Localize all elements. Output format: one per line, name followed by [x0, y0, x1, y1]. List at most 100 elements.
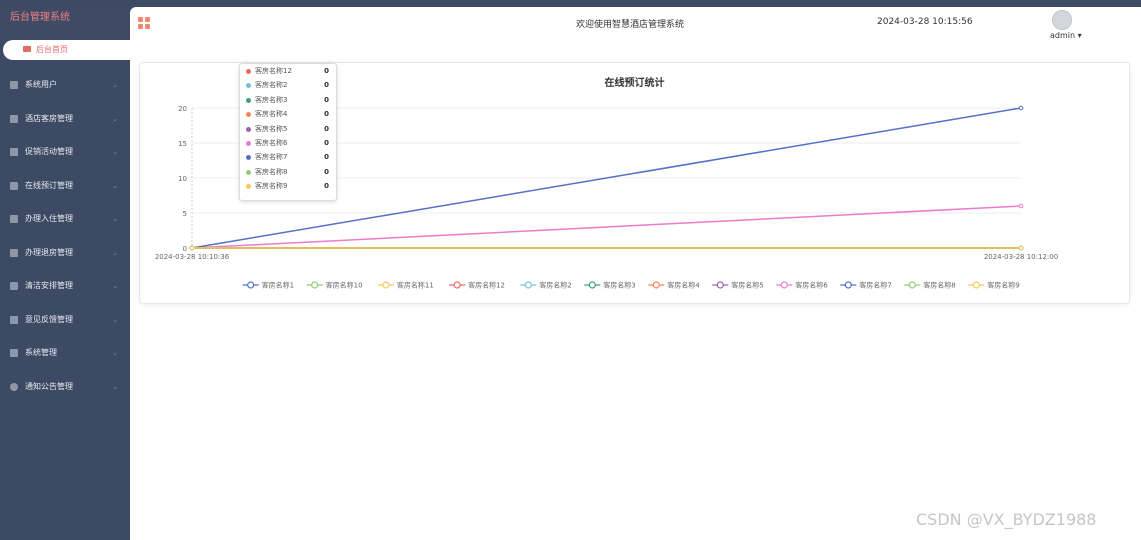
chevron-down-icon: ⌄ — [112, 382, 118, 391]
sidebar-item-feedback[interactable]: 意见反馈管理 ⌄ — [0, 305, 130, 339]
tooltip-row: 客房名称7 0 — [240, 150, 336, 164]
sidebar-item-system[interactable]: 系统管理 ⌄ — [0, 338, 130, 372]
sidebar-item-label: 清洁安排管理 — [25, 281, 73, 290]
tooltip-value: 0 — [324, 182, 329, 191]
series-dot-icon — [246, 112, 251, 118]
sidebar-item-label: 办理退房管理 — [25, 247, 73, 257]
tooltip-row: 客房名称12 0 — [240, 64, 336, 78]
sidebar-item-label: 通知公告管理 — [25, 381, 73, 391]
sidebar-item-system-users[interactable]: 系统用户 ⌄ — [0, 70, 130, 104]
legend-label: 客房名称3 — [603, 281, 635, 290]
y-tick-label: 5 — [183, 210, 187, 218]
legend-marker — [972, 281, 980, 289]
info-icon — [10, 382, 18, 391]
chevron-down-icon: ⌄ — [112, 282, 118, 290]
sidebar-item-checkin[interactable]: 办理入住管理 ⌄ — [0, 204, 130, 238]
chevron-down-icon: ⌄ — [112, 215, 118, 223]
data-point — [1018, 245, 1024, 251]
table-icon — [10, 248, 18, 257]
series-dot-icon — [246, 97, 251, 103]
table-icon — [10, 148, 18, 156]
y-tick-label: 20 — [178, 105, 187, 113]
main-panel: 欢迎使用智慧酒店管理系统 2024-03-28 10:15:56 admin ▾… — [130, 7, 1141, 540]
sidebar-item-label: 促销活动管理 — [25, 147, 73, 156]
legend-marker — [652, 281, 660, 289]
avatar[interactable] — [1052, 10, 1072, 30]
home-tab[interactable]: 后台首页 — [3, 40, 130, 60]
tooltip-series-name: 客房名称9 — [255, 182, 288, 191]
table-icon — [10, 114, 18, 123]
bar-chart-icon — [10, 349, 18, 357]
chevron-down-icon: ▾ — [1075, 31, 1082, 40]
data-point — [1018, 105, 1024, 111]
legend-label: 客房名称12 — [468, 281, 505, 290]
sidebar-item-label: 办理入住管理 — [25, 214, 73, 223]
sidebar-item-label: 意见反馈管理 — [25, 314, 73, 324]
y-tick-label: 10 — [178, 175, 187, 183]
legend-marker — [382, 281, 390, 289]
booking-chart-card: 在线预订统计 0 5 10 15 20 2024-03-28 10:10:36 2024-0… — [139, 62, 1130, 304]
tooltip-value: 0 — [324, 167, 329, 176]
tooltip-value: 0 — [324, 95, 329, 104]
tooltip-value: 0 — [324, 67, 329, 75]
y-tick-label: 0 — [183, 245, 187, 253]
chevron-down-icon: ⌄ — [112, 148, 118, 156]
tooltip-series-name: 客房名称12 — [255, 67, 292, 75]
series-dot-icon — [246, 69, 251, 74]
legend-marker — [453, 281, 461, 289]
tooltip-row: 客房名称9 0 — [240, 179, 336, 193]
tooltip-row: 客房名称3 0 — [240, 93, 336, 107]
chevron-down-icon: ⌄ — [112, 181, 118, 190]
series-dot-icon — [246, 140, 251, 146]
table-icon — [10, 315, 18, 324]
tooltip-value: 0 — [324, 153, 329, 162]
tooltip-series-name: 客房名称7 — [255, 153, 288, 162]
user-menu[interactable]: admin ▾ — [1050, 31, 1082, 40]
series-dot-icon — [246, 184, 251, 190]
sidebar-menu: 系统用户 ⌄ 酒店客房管理 ⌄ 促销活动管理 ⌄ 在线预订管理 ⌄ 办理入住管理… — [0, 70, 130, 405]
home-tab-label: 后台首页 — [36, 45, 68, 54]
sidebar: 后台管理系统 后台首页 系统用户 ⌄ 酒店客房管理 ⌄ 促销活动管理 ⌄ 在线预… — [0, 0, 130, 540]
series-dot-icon — [246, 126, 251, 132]
sidebar-item-label: 在线预订管理 — [25, 180, 73, 190]
legend-marker — [844, 281, 852, 289]
tooltip-value: 0 — [324, 81, 329, 90]
tooltip-row: 客房名称8 0 — [240, 165, 336, 179]
tooltip-row: 客房名称5 0 — [240, 122, 336, 136]
tooltip-row: 客房名称4 0 — [240, 107, 336, 121]
table-icon — [10, 181, 18, 190]
series-dot-icon — [246, 155, 251, 161]
legend-label: 客房名称8 — [923, 281, 955, 290]
legend-marker — [247, 281, 255, 289]
legend-marker — [780, 281, 788, 289]
legend-marker — [908, 281, 916, 289]
app-title: 后台管理系统 — [0, 7, 130, 40]
legend-marker — [311, 281, 319, 289]
chevron-down-icon: ⌄ — [112, 315, 118, 324]
sidebar-item-cleaning[interactable]: 清洁安排管理 ⌄ — [0, 271, 130, 305]
menu-grid-icon[interactable] — [138, 17, 151, 30]
sidebar-item-notices[interactable]: 通知公告管理 ⌄ — [0, 372, 130, 406]
legend-marker — [716, 281, 724, 289]
sidebar-item-bookings[interactable]: 在线预订管理 ⌄ — [0, 171, 130, 205]
legend-label: 客房名称11 — [397, 281, 434, 290]
sidebar-item-checkout[interactable]: 办理退房管理 ⌄ — [0, 238, 130, 272]
chart-tooltip: 客房名称12 0 客房名称2 0 客房名称3 0 客房名称4 0 客房名称5 0 客房名称6 0 客房名… — [239, 63, 337, 201]
chevron-down-icon: ⌄ — [112, 349, 118, 357]
sidebar-item-rooms[interactable]: 酒店客房管理 ⌄ — [0, 104, 130, 138]
x-tick-label: 2024-03-28 10:10:36 — [155, 253, 230, 261]
data-point — [189, 245, 195, 251]
chevron-down-icon: ⌄ — [112, 114, 118, 123]
x-tick-label: 2024-03-28 10:12:00 — [984, 253, 1058, 261]
legend-marker — [524, 281, 532, 289]
legend-label: 客房名称1 — [262, 281, 294, 290]
tooltip-series-name: 客房名称4 — [255, 110, 288, 119]
sidebar-item-promotions[interactable]: 促销活动管理 ⌄ — [0, 137, 130, 171]
user-icon — [10, 81, 18, 89]
tooltip-value: 0 — [324, 124, 329, 133]
chevron-down-icon: ⌄ — [112, 248, 118, 257]
tooltip-row: 客房名称6 0 — [240, 136, 336, 150]
header-datetime: 2024-03-28 10:15:56 — [877, 17, 973, 27]
data-point — [1018, 203, 1024, 209]
tooltip-series-name: 客房名称2 — [255, 81, 288, 90]
